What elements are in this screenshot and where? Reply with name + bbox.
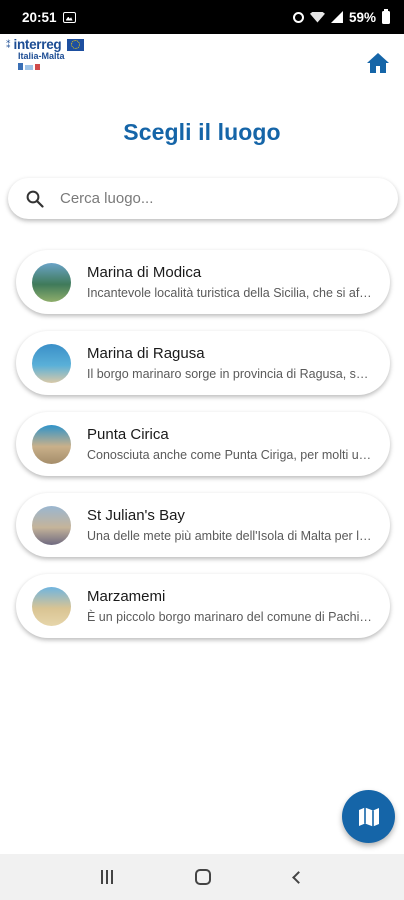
search-icon: [26, 190, 44, 208]
place-thumbnail: [32, 424, 71, 464]
home-nav-icon[interactable]: [195, 869, 212, 885]
place-name: Marzamemi: [87, 587, 166, 605]
interreg-logo: ⁑ interreg Italia-Malta: [6, 38, 106, 88]
place-thumbnail: [32, 505, 71, 545]
list-item[interactable]: Marina di Modica Incantevole località tu…: [16, 250, 390, 314]
place-thumbnail: [32, 343, 71, 383]
place-description: Il borgo marinaro sorge in provincia di …: [87, 366, 373, 381]
image-icon: [62, 11, 76, 23]
system-nav-bar: [0, 854, 404, 900]
recent-apps-icon[interactable]: [101, 870, 114, 884]
place-thumbnail: [32, 586, 71, 626]
place-name: Marina di Modica: [87, 263, 202, 281]
status-time: 20:51: [22, 9, 57, 25]
place-description: Incantevole località turistica della Sic…: [87, 285, 373, 300]
home-button[interactable]: [364, 50, 392, 76]
logo-subtitle: Italia-Malta: [18, 51, 65, 61]
place-description: È un piccolo borgo marinaro del comune d…: [87, 609, 373, 624]
list-item[interactable]: Marina di Ragusa Il borgo marinaro sorge…: [16, 331, 390, 395]
logo-name: interreg: [13, 37, 62, 52]
places-list: Marina di Modica Incantevole località tu…: [16, 250, 390, 655]
status-right: 59%: [292, 8, 390, 25]
place-name: Marina di Ragusa: [87, 344, 205, 362]
battery-percent: 59%: [348, 9, 376, 25]
alarm-icon: [292, 11, 304, 23]
map-button[interactable]: [342, 790, 395, 843]
place-description: Una delle mete più ambite dell'Isola di …: [87, 528, 373, 543]
search-bar[interactable]: [8, 178, 398, 219]
map-icon: [358, 807, 379, 826]
place-description: Conosciuta anche come Punta Ciriga, per …: [87, 447, 373, 462]
logo-sparkle-icon: ⁑: [6, 39, 11, 50]
home-icon: [367, 53, 389, 73]
eu-flag-icon: [67, 38, 85, 51]
place-thumbnail: [32, 262, 71, 302]
page-title: Scegli il luogo: [123, 119, 281, 145]
wifi-icon: [309, 11, 325, 23]
place-name: Punta Cirica: [87, 425, 169, 443]
battery-icon: [382, 8, 390, 24]
logo-emblem-icon: [18, 63, 106, 70]
status-bar: 20:51 59%: [0, 0, 404, 34]
list-item[interactable]: Punta Cirica Conosciuta anche come Punta…: [16, 412, 390, 476]
signal-icon: [330, 11, 343, 23]
status-left: 20:51: [22, 10, 76, 25]
place-name: St Julian's Bay: [87, 506, 185, 524]
list-item[interactable]: St Julian's Bay Una delle mete più ambit…: [16, 493, 390, 557]
search-input[interactable]: [60, 190, 360, 207]
list-item[interactable]: Marzamemi È un piccolo borgo marinaro de…: [16, 574, 390, 638]
back-icon[interactable]: [291, 870, 305, 884]
